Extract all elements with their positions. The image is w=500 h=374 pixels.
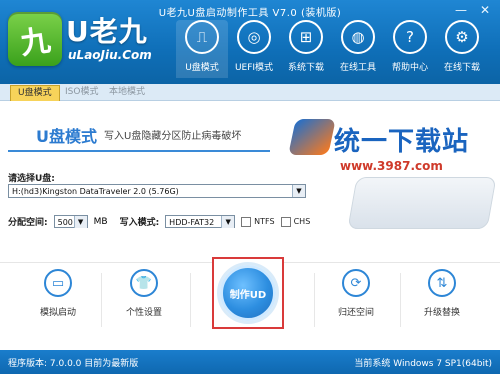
disk-select-label: 请选择U盘: [8,174,55,184]
alloc-label: 分配空间: [8,218,48,228]
write-mode-select[interactable]: HDD-FAT32 ▼ [165,215,236,228]
write-mode-value: HDD-FAT32 [169,218,215,227]
chevron-down-icon[interactable]: ▼ [292,185,305,197]
ntfs-checkbox[interactable] [241,216,252,227]
logo-badge: 九 [8,12,62,66]
nav-label: 在线工具 [339,63,376,73]
nav-help-center[interactable]: ? 帮助中心 [384,20,436,78]
app-window: U老九U盘启动制作工具 V7.0 (装机版) — ✕ 九 U老九 uLaoJiu… [0,0,500,374]
network-icon: ⚙ [445,20,479,54]
nav-label: 帮助中心 [391,63,428,73]
nav-label: UEFI模式 [234,63,274,73]
close-button[interactable]: ✕ [476,2,494,18]
tab-usb-mode[interactable]: U盘模式 [10,85,60,101]
watermark-logo-icon [288,119,336,155]
globe-icon: ◍ [341,20,375,54]
ntfs-option[interactable]: NTFS [241,216,275,227]
title-divider [8,150,270,152]
alloc-size-value: 500 [57,218,73,227]
nav-online-tools[interactable]: ◍ 在线工具 [332,20,384,78]
bottom-toolbar: ▭ 模拟启动 👕 个性设置 制作UD ⟳ 归还空间 ⇅ 升级替换 [0,257,500,351]
title-bar: U老九U盘启动制作工具 V7.0 (装机版) — ✕ 九 U老九 uLaoJiu… [0,0,500,84]
usb-icon: ⎍ [185,20,219,54]
disc-icon: ◎ [237,20,271,54]
tab-iso-mode[interactable]: ISO模式 [58,85,105,100]
separator [400,273,401,327]
tool-label: 升级替换 [423,308,460,318]
app-logo: 九 U老九 uLaoJiu.Com [8,6,158,78]
ntfs-label: NTFS [254,217,275,226]
nav-usb-mode[interactable]: ⎍ U盘模式 [176,20,228,78]
logo-subtitle: uLaoJiu.Com [68,48,152,62]
separator [190,273,191,327]
make-ud-button[interactable]: 制作UD [220,265,276,321]
window-controls: — ✕ [452,2,494,18]
logo-badge-text: 九 [18,23,53,62]
separator [314,273,315,327]
make-ud-highlight: 制作UD [212,257,284,329]
restore-space-button[interactable]: ⟳ 归还空间 [316,269,396,318]
nav-online-download[interactable]: ⚙ 在线下载 [436,20,488,78]
watermark-text: 统一下载站 [334,127,470,157]
help-icon: ? [393,20,427,54]
status-bar: 程序版本: 7.0.0.0 目前为最新版 当前系统 Windows 7 SP1(… [0,350,500,374]
chevron-down-icon[interactable]: ▼ [73,216,87,228]
tool-label: 归还空间 [337,308,374,318]
alloc-size-select[interactable]: 500 ▼ [53,215,88,228]
make-ud-label: 制作UD [229,289,267,301]
disk-select[interactable]: H:(hd3)Kingston DataTraveler 2.0 (5.76G)… [8,184,306,198]
page-description: 写入U盘隐藏分区防止病毒破坏 [104,131,242,142]
tool-label: 个性设置 [125,308,162,318]
chs-checkbox[interactable] [280,216,291,227]
options-row: 分配空间: 500 ▼ MB 写入模式: HDD-FAT32 ▼ NTFS CH… [8,214,310,229]
chs-label: CHS [293,217,311,226]
write-mode-label: 写入模式: [119,218,160,228]
simulate-boot-button[interactable]: ▭ 模拟启动 [18,269,98,318]
separator [101,273,102,327]
alloc-unit: MB [93,216,108,227]
personalize-button[interactable]: 👕 个性设置 [104,269,184,318]
shirt-icon: 👕 [130,269,158,297]
upgrade-icon: ⇅ [428,269,456,297]
minimize-button[interactable]: — [452,2,470,18]
nav-label: 在线下载 [443,63,480,73]
chevron-down-icon[interactable]: ▼ [221,216,235,228]
system-info: 当前系统 Windows 7 SP1(64bit) [354,359,492,369]
main-nav: ⎍ U盘模式 ◎ UEFI模式 ⊞ 系统下载 ◍ 在线工具 ? 帮助中心 ⚙ 在… [176,20,488,78]
tool-label: 模拟启动 [39,308,76,318]
windows-icon: ⊞ [289,20,323,54]
upgrade-replace-button[interactable]: ⇅ 升级替换 [402,269,482,318]
logo-title: U老九 [66,15,148,48]
nav-uefi-mode[interactable]: ◎ UEFI模式 [228,20,280,78]
program-version: 程序版本: 7.0.0.0 目前为最新版 [8,359,139,369]
disk-select-value: H:(hd3)Kingston DataTraveler 2.0 (5.76G) [12,187,179,196]
watermark-url: www.3987.com [340,159,443,173]
page-title: U盘模式 [36,127,97,146]
nav-label: 系统下载 [287,63,324,73]
usb-drive-illustration [347,177,497,229]
monitor-icon: ▭ [44,269,72,297]
mode-tabs: U盘模式 ISO模式 本地模式 [0,84,500,101]
nav-system-download[interactable]: ⊞ 系统下载 [280,20,332,78]
refresh-icon: ⟳ [342,269,370,297]
watermark: 统一下载站 www.3987.com [288,117,497,237]
chs-option[interactable]: CHS [280,216,311,227]
nav-label: U盘模式 [185,63,219,73]
tab-local-mode[interactable]: 本地模式 [102,85,152,100]
